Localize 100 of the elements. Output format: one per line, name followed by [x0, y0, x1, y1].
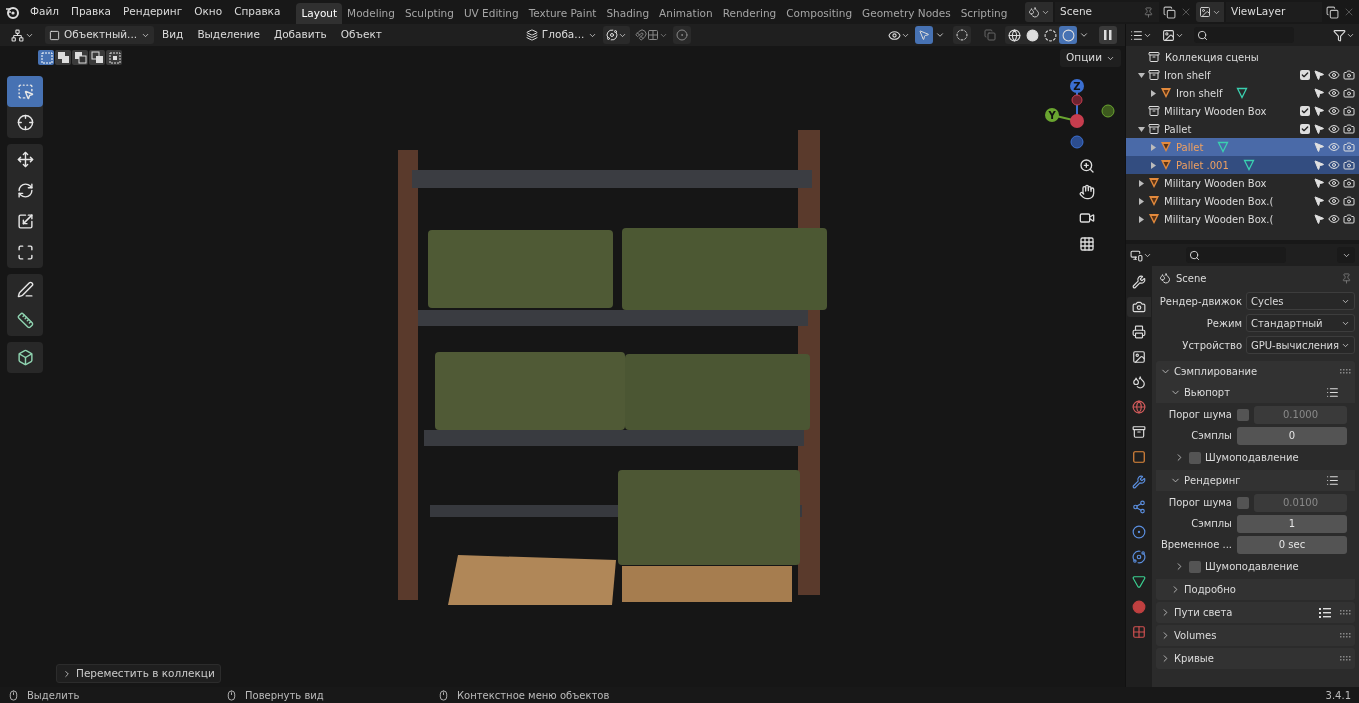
panel-header[interactable]: Кривые [1156, 648, 1355, 669]
workspace-tab[interactable]: Sculpting [399, 3, 459, 24]
display-mode-button[interactable] [1162, 28, 1184, 42]
pin-icon[interactable] [1341, 272, 1352, 284]
menu-item[interactable]: Окно [188, 4, 229, 20]
mesh-data-icon[interactable] [1242, 159, 1255, 171]
render-icon[interactable] [1343, 213, 1355, 225]
render-icon[interactable] [1343, 105, 1355, 117]
collapsed-triangle-icon[interactable] [1138, 179, 1145, 187]
copy-icon[interactable] [1163, 5, 1176, 19]
outliner-item-name[interactable]: Military Wooden Box [1164, 103, 1267, 119]
presets-icon[interactable] [1319, 607, 1331, 618]
checkbox[interactable] [1189, 560, 1201, 573]
selectable-icon[interactable] [1313, 123, 1325, 135]
workspace-tab[interactable]: Scripting [955, 3, 1013, 24]
subpanel-title[interactable]: Вьюпорт [1184, 385, 1230, 400]
panel-header[interactable]: Volumes [1156, 625, 1355, 646]
orientation-dropdown[interactable]: Глоба... [521, 27, 602, 43]
panel-title[interactable]: Пути света [1174, 605, 1233, 620]
selectable-icon[interactable] [1313, 105, 1325, 117]
outliner-row[interactable]: Military Wooden Box [1126, 174, 1359, 192]
view-layer-name-field[interactable]: ViewLayer [1226, 2, 1322, 22]
number-field[interactable]: 0 sec [1237, 535, 1347, 554]
workspace-tab[interactable]: Texture Paint [523, 3, 602, 24]
visibility-icon[interactable] [1328, 195, 1340, 207]
drag-handle-icon[interactable] [1340, 610, 1351, 615]
mode-dropdown[interactable]: Объектный... [45, 26, 155, 44]
grid-icon[interactable] [1079, 236, 1095, 252]
visibility-icon[interactable] [1328, 123, 1340, 135]
exclude-checkbox[interactable] [1300, 124, 1310, 134]
zoom-icon[interactable] [1079, 158, 1095, 174]
exclude-checkbox[interactable] [1300, 106, 1310, 116]
mesh-data-icon[interactable] [1236, 87, 1249, 99]
camera-icon[interactable] [1079, 210, 1095, 226]
gizmo-toggle[interactable] [915, 26, 933, 44]
subpanel-title[interactable]: Шумоподавление [1205, 559, 1299, 574]
collapsed-triangle-icon[interactable] [1138, 215, 1145, 223]
number-field[interactable]: 1 [1237, 514, 1347, 533]
proportional-edit-button[interactable] [673, 26, 692, 44]
dropdown-field[interactable]: Стандартный [1246, 314, 1355, 332]
select-mode-button[interactable] [72, 50, 88, 65]
menu-item[interactable]: Справка [228, 4, 287, 20]
visibility-icon[interactable] [1328, 105, 1340, 117]
workspace-tab[interactable]: Modeling [342, 3, 400, 24]
hand-icon[interactable] [1079, 184, 1095, 200]
select-mode-button[interactable] [106, 50, 122, 65]
outliner-item-name[interactable]: Military Wooden Box.( [1164, 193, 1274, 209]
select-mode-button[interactable] [89, 50, 105, 65]
view-layer-selector[interactable] [1196, 2, 1224, 22]
selectable-icon[interactable] [1313, 195, 1325, 207]
render-icon[interactable] [1343, 69, 1355, 81]
shading-mode-button[interactable] [1005, 26, 1023, 44]
viewport-menu-item[interactable]: Вид [156, 27, 190, 43]
subpanel-title[interactable]: Рендеринг [1184, 473, 1241, 488]
shading-mode-button[interactable] [1059, 26, 1077, 44]
panel-header[interactable]: Сэмплирование [1156, 361, 1355, 382]
expanded-triangle-icon[interactable] [1138, 125, 1145, 133]
copy-icon[interactable] [1326, 5, 1339, 19]
workspace-tab[interactable]: UV Editing [458, 3, 524, 24]
filter-button[interactable] [1333, 28, 1355, 42]
outliner-item-name[interactable]: Military Wooden Box.( [1164, 211, 1274, 227]
render-icon[interactable] [1343, 195, 1355, 207]
presets-icon[interactable] [1326, 386, 1339, 399]
shading-mode-button[interactable] [1041, 26, 1059, 44]
editor-type-button[interactable] [1130, 248, 1152, 262]
outliner-item-name[interactable]: Iron shelf [1176, 85, 1223, 101]
checkbox[interactable] [1189, 451, 1201, 464]
viewport-menu-item[interactable]: Объект [334, 27, 388, 43]
menu-item[interactable]: Правка [65, 4, 117, 20]
expanded-triangle-icon[interactable] [1138, 71, 1145, 79]
number-field[interactable]: 0 [1237, 426, 1347, 445]
outliner-row[interactable]: Pallet .001 [1126, 156, 1359, 174]
close-icon[interactable] [1343, 6, 1355, 18]
collapsed-triangle-icon[interactable] [1150, 89, 1157, 97]
dropdown-field[interactable]: Cycles [1246, 292, 1355, 310]
selectable-icon[interactable] [1313, 69, 1325, 81]
overlays-button[interactable] [953, 26, 971, 44]
panel-title[interactable]: Volumes [1174, 628, 1217, 643]
visibility-icon[interactable] [1328, 87, 1340, 99]
workspace-tab[interactable]: Layout [296, 3, 343, 24]
search-field[interactable] [1194, 27, 1294, 43]
panel-title[interactable]: Сэмплирование [1174, 364, 1258, 379]
search-field[interactable] [1186, 247, 1286, 263]
viewport-menu-item[interactable]: Добавить [267, 27, 333, 43]
select-mode-button[interactable] [55, 50, 71, 65]
workspace-tab[interactable]: Compositing [781, 3, 858, 24]
editor-type-button[interactable] [1130, 28, 1152, 42]
outliner-item-name[interactable]: Pallet .001 [1176, 157, 1229, 173]
scene-collection-label[interactable]: Коллекция сцены [1165, 49, 1259, 65]
visibility-icon[interactable] [1328, 177, 1340, 189]
drag-handle-icon[interactable] [1340, 656, 1351, 661]
selectable-icon[interactable] [1313, 159, 1325, 171]
panel-title[interactable]: Кривые [1174, 651, 1214, 666]
options-dropdown[interactable]: Опции [1060, 49, 1121, 67]
subpanel-title[interactable]: Подробно [1184, 582, 1236, 597]
subpanel-title[interactable]: Шумоподавление [1205, 450, 1299, 465]
pivot-button[interactable] [603, 26, 631, 44]
render-icon[interactable] [1343, 123, 1355, 135]
outliner-row[interactable]: Iron shelf [1126, 66, 1359, 84]
scene-selector[interactable] [1025, 2, 1053, 22]
